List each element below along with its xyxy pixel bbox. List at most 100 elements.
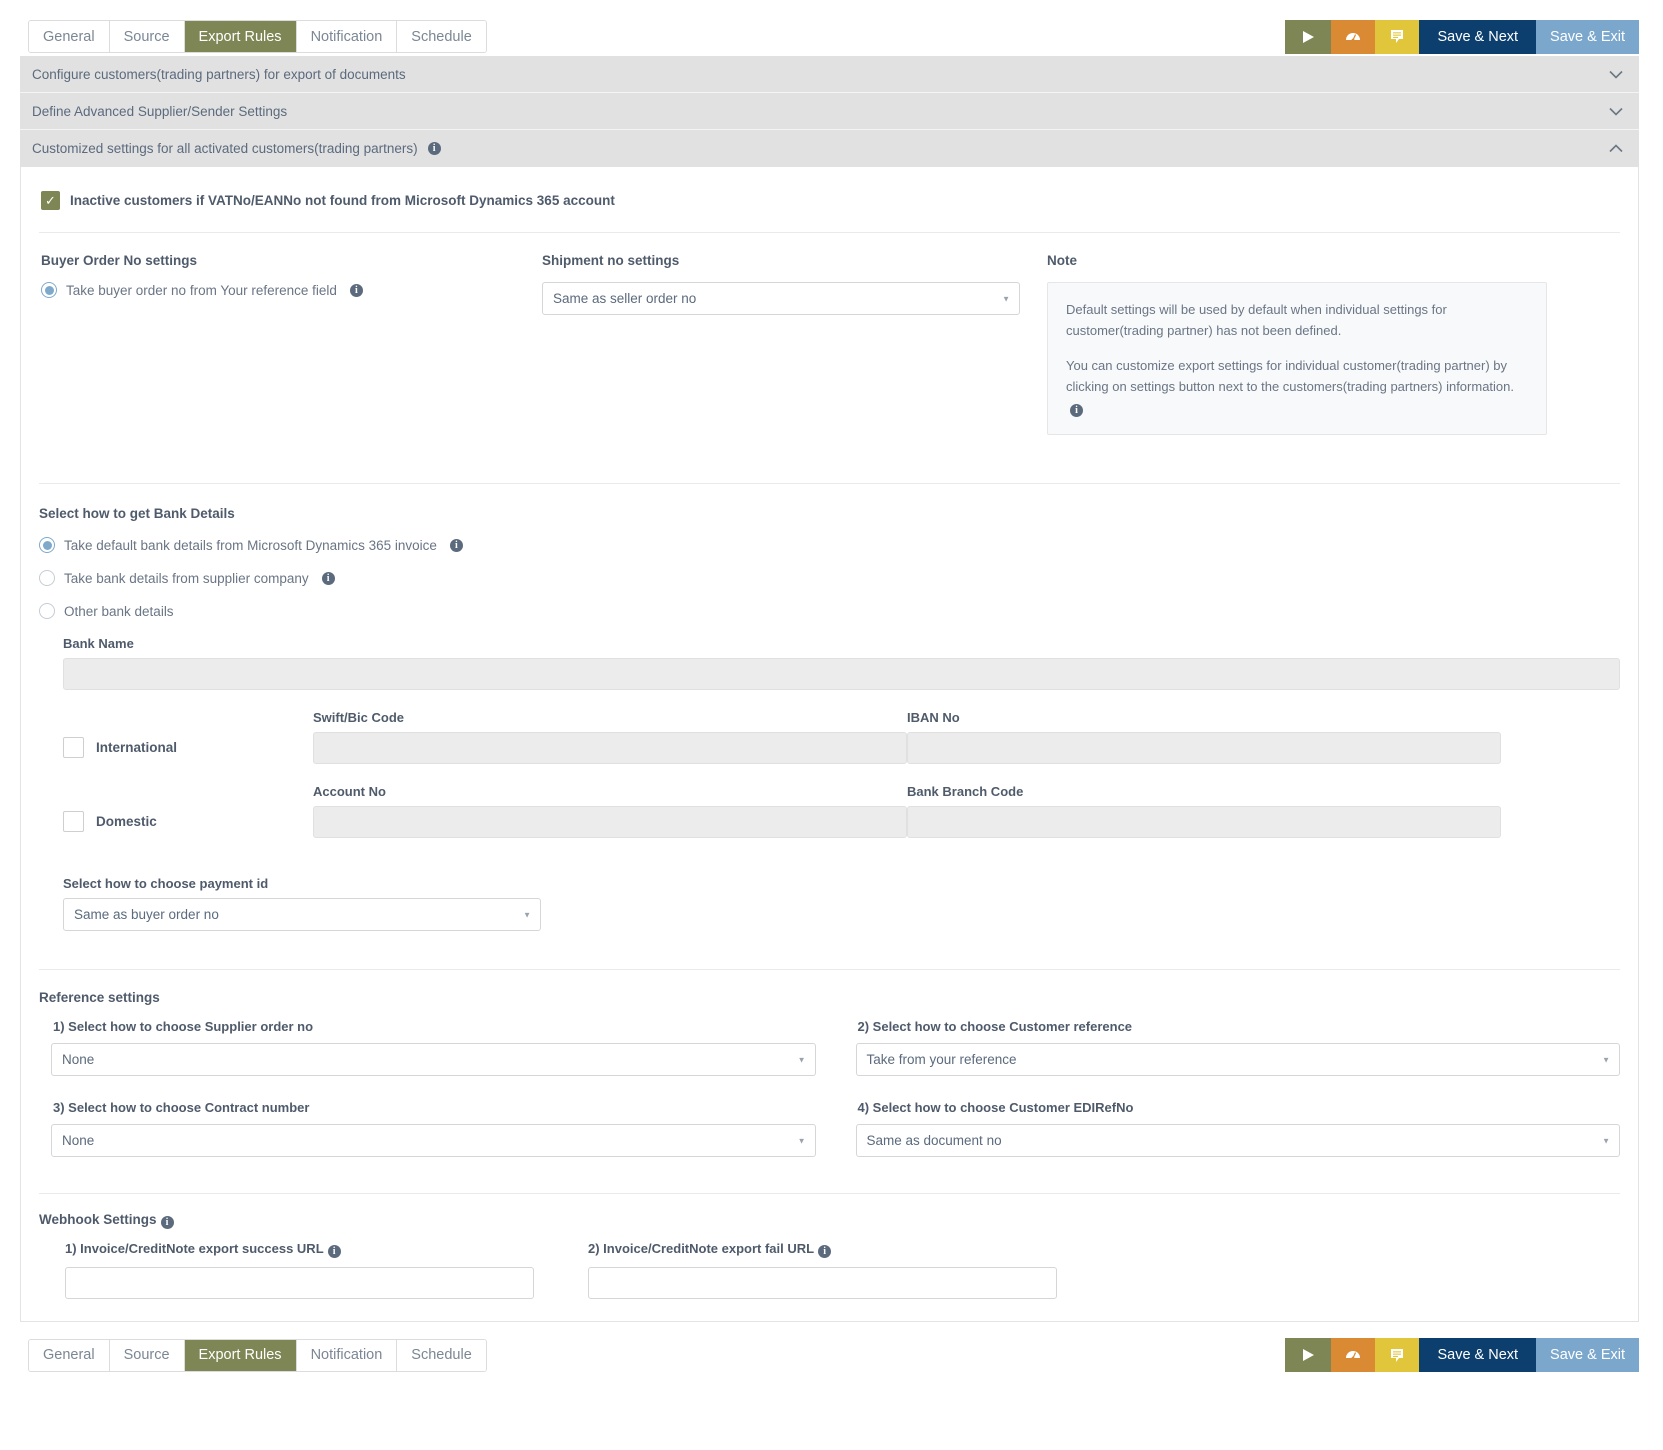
- tab-label: Export Rules: [198, 1347, 282, 1364]
- bank-option-label: Other bank details: [64, 603, 174, 619]
- iban-input[interactable]: [907, 732, 1501, 765]
- contract-number-label: 3) Select how to choose Contract number: [53, 1100, 310, 1116]
- gauge-icon-glyph: [1346, 1351, 1361, 1360]
- buyer-order-option-label: Take buyer order no from Your reference …: [66, 282, 337, 298]
- domestic-checkbox[interactable]: [63, 811, 84, 833]
- top-toolbar: General Source Export Rules Notification…: [0, 0, 1663, 56]
- bank-details-section-label: Select how to get Bank Details: [39, 506, 235, 522]
- bank-option-dynamics[interactable]: Take default bank details from Microsoft…: [39, 537, 1620, 554]
- info-icon[interactable]: i: [449, 538, 463, 552]
- accordion-title: Configure customers(trading partners) fo…: [32, 66, 406, 82]
- supplier-order-no-label: 1) Select how to choose Supplier order n…: [53, 1019, 314, 1035]
- action-button-group-bottom: Save & Next Save & Exit: [1285, 1338, 1639, 1373]
- reference-settings-label: Reference settings: [39, 990, 160, 1006]
- save-and-next-button[interactable]: Save & Next: [1419, 1338, 1537, 1373]
- document-icon-glyph: [1391, 30, 1404, 43]
- supplier-order-no-group: 1) Select how to choose Supplier order n…: [39, 1019, 816, 1077]
- save-next-label: Save & Next: [1437, 1347, 1519, 1364]
- buyer-order-option-row[interactable]: Take buyer order no from Your reference …: [41, 282, 542, 298]
- customer-edirefno-group: 4) Select how to choose Customer EDIRefN…: [844, 1100, 1620, 1158]
- bank-option-radio[interactable]: [39, 603, 55, 620]
- document-icon[interactable]: [1375, 19, 1420, 54]
- tab-source-bottom[interactable]: Source: [109, 1339, 185, 1371]
- tab-export-rules-bottom[interactable]: Export Rules: [184, 1339, 297, 1371]
- chevron-down-icon[interactable]: [1609, 105, 1623, 118]
- tab-export-rules[interactable]: Export Rules: [184, 21, 297, 52]
- tab-source[interactable]: Source: [109, 21, 185, 52]
- shipment-section-label: Shipment no settings: [542, 253, 680, 268]
- bank-option-supplier-company[interactable]: Take bank details from supplier company …: [39, 570, 1620, 587]
- info-icon[interactable]: i: [349, 283, 363, 297]
- bank-name-input[interactable]: [63, 658, 1620, 691]
- webhook-fail-group: 2) Invoice/CreditNote export fail URL i: [562, 1241, 1057, 1300]
- play-icon-glyph: [1303, 30, 1315, 43]
- customer-edirefno-value: Same as document no: [866, 1133, 1002, 1149]
- accordion-customized-settings[interactable]: Customized settings for all activated cu…: [20, 130, 1639, 167]
- info-icon[interactable]: i: [160, 1216, 174, 1230]
- customer-edirefno-label: 4) Select how to choose Customer EDIRefN…: [857, 1100, 1134, 1116]
- account-no-input[interactable]: [313, 806, 907, 839]
- payment-id-select[interactable]: Same as buyer order no ▼: [63, 898, 541, 932]
- note-paragraph-1: Default settings will be used by default…: [1066, 302, 1447, 339]
- info-icon[interactable]: i: [321, 571, 335, 585]
- tab-schedule-bottom[interactable]: Schedule: [397, 1339, 486, 1371]
- webhook-success-group: 1) Invoice/CreditNote export success URL…: [39, 1241, 534, 1300]
- international-label: International: [96, 740, 178, 756]
- contract-number-select[interactable]: None ▼: [51, 1124, 816, 1158]
- play-icon[interactable]: [1285, 1338, 1332, 1373]
- customer-reference-select[interactable]: Take from your reference ▼: [855, 1043, 1620, 1077]
- export-rules-page: General Source Export Rules Notification…: [0, 0, 1663, 1378]
- info-icon[interactable]: i: [427, 142, 441, 155]
- tab-general-bottom[interactable]: General: [29, 1339, 110, 1371]
- bank-option-other[interactable]: Other bank details: [39, 603, 1620, 620]
- international-checkbox[interactable]: [63, 737, 84, 759]
- webhook-success-url-input[interactable]: [65, 1267, 534, 1300]
- save-and-exit-button[interactable]: Save & Exit: [1536, 1338, 1639, 1373]
- chevron-down-icon[interactable]: [1609, 68, 1623, 81]
- reference-settings-section: Reference settings 1) Select how to choo…: [21, 970, 1638, 1158]
- shipment-no-select[interactable]: Same as seller order no ▼: [542, 282, 1020, 315]
- webhook-success-label: 1) Invoice/CreditNote export success URL: [65, 1241, 324, 1257]
- note-section-label: Note: [1047, 253, 1077, 268]
- payment-id-label: Select how to choose payment id: [63, 876, 269, 892]
- bank-details-section: Select how to get Bank Details Take defa…: [21, 484, 1638, 620]
- tab-notification[interactable]: Notification: [296, 21, 398, 52]
- chevron-down-icon: ▼: [1602, 1136, 1610, 1146]
- tab-schedule[interactable]: Schedule: [397, 21, 486, 52]
- save-and-next-button[interactable]: Save & Next: [1419, 19, 1537, 54]
- bank-fields-block: Bank Name International Swift/Bic Code I…: [21, 636, 1638, 932]
- swift-input[interactable]: [313, 732, 907, 765]
- chevron-up-icon[interactable]: [1609, 142, 1623, 155]
- document-icon[interactable]: [1375, 1338, 1420, 1373]
- bank-option-radio[interactable]: [39, 570, 55, 587]
- save-and-exit-button[interactable]: Save & Exit: [1536, 19, 1639, 54]
- international-checkbox-group: International: [63, 737, 313, 764]
- tab-general[interactable]: General: [29, 21, 110, 52]
- webhook-fail-url-input[interactable]: [588, 1267, 1057, 1300]
- accordion-title-wrap: Customized settings for all activated cu…: [32, 141, 441, 156]
- save-next-label: Save & Next: [1437, 28, 1519, 45]
- inactive-customers-checkbox[interactable]: ✓: [41, 191, 60, 210]
- dashboard-gauge-icon[interactable]: [1331, 1338, 1376, 1373]
- iban-label: IBAN No: [907, 710, 960, 726]
- tab-notification-bottom[interactable]: Notification: [296, 1339, 398, 1371]
- info-icon[interactable]: i: [327, 1245, 341, 1259]
- branch-code-group: Bank Branch Code: [907, 784, 1501, 839]
- accordion-advanced-supplier-settings[interactable]: Define Advanced Supplier/Sender Settings: [20, 93, 1639, 130]
- customer-edirefno-select[interactable]: Same as document no ▼: [855, 1124, 1620, 1158]
- swift-label: Swift/Bic Code: [313, 710, 405, 726]
- branch-code-input[interactable]: [907, 806, 1501, 839]
- tab-bar-top: General Source Export Rules Notification…: [28, 20, 487, 53]
- info-icon[interactable]: i: [1070, 404, 1083, 418]
- webhook-row: 1) Invoice/CreditNote export success URL…: [39, 1241, 1620, 1300]
- play-icon[interactable]: [1285, 19, 1332, 54]
- webhook-success-label-wrap: 1) Invoice/CreditNote export success URL…: [65, 1241, 534, 1259]
- dashboard-gauge-icon[interactable]: [1331, 19, 1376, 54]
- contract-number-value: None: [62, 1133, 95, 1149]
- info-icon[interactable]: i: [818, 1245, 832, 1259]
- supplier-order-no-select[interactable]: None ▼: [51, 1043, 816, 1077]
- accordion-configure-customers[interactable]: Configure customers(trading partners) fo…: [20, 56, 1639, 93]
- buyer-order-radio[interactable]: [41, 282, 57, 298]
- bank-option-radio[interactable]: [39, 537, 55, 554]
- account-no-label: Account No: [313, 784, 386, 800]
